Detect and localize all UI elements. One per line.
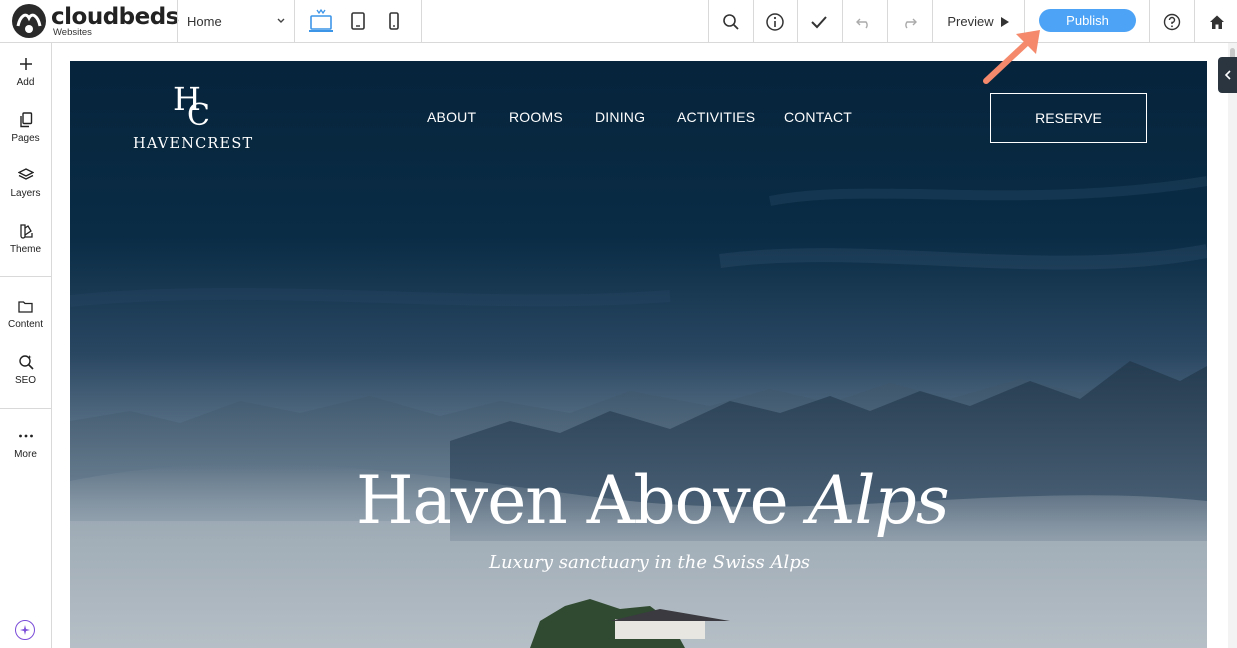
undo-icon <box>856 18 868 28</box>
sidebar-item-label: More <box>14 449 37 460</box>
sidebar-divider <box>0 276 51 277</box>
annotation-arrow-icon <box>983 30 1040 84</box>
page-select-value: Home <box>187 14 222 29</box>
headline-main: Haven Above <box>356 462 808 539</box>
nav-link-activities[interactable]: ACTIVITIES <box>677 109 755 125</box>
sidebar-item-more[interactable]: More <box>0 415 51 467</box>
chevron-left-icon <box>1224 70 1231 80</box>
sidebar-item-content[interactable]: Content <box>0 285 51 337</box>
left-sidebar: Add Pages Layers Theme Content SEO More <box>0 43 52 648</box>
sidebar-item-label: Content <box>7 319 44 330</box>
hero-tagline: Luxury sanctuary in the Swiss Alps <box>489 552 810 573</box>
open-right-panel-button[interactable] <box>1218 57 1237 93</box>
home-button[interactable] <box>1195 0 1237 43</box>
top-toolbar: cloudbeds Websites Home Preview Publish <box>0 0 1237 43</box>
site-logo[interactable]: H C HAVENCREST <box>133 83 257 153</box>
info-icon <box>766 12 784 31</box>
sidebar-item-theme[interactable]: Theme <box>0 210 51 262</box>
brand-monogram-c: C <box>187 98 210 133</box>
cloudbeds-logo[interactable]: cloudbeds Websites <box>10 2 179 40</box>
redo-button[interactable] <box>887 0 931 43</box>
page-select[interactable]: Home <box>178 0 294 43</box>
desktop-view-button[interactable] <box>307 7 335 35</box>
help-icon <box>1163 13 1181 30</box>
sidebar-item-layers[interactable]: Layers <box>0 154 51 206</box>
undo-button[interactable] <box>842 0 886 43</box>
plus-icon <box>19 58 32 70</box>
headline-italic: Alps <box>807 462 950 539</box>
mobile-icon <box>389 12 399 30</box>
nav-link-rooms[interactable]: ROOMS <box>509 109 563 125</box>
seo-icon <box>18 355 34 370</box>
publish-button[interactable]: Publish <box>1039 9 1136 32</box>
info-button[interactable] <box>753 0 797 43</box>
tablet-view-button[interactable] <box>344 7 372 35</box>
sidebar-item-label: Pages <box>11 133 40 144</box>
pages-icon <box>19 112 32 128</box>
divider <box>421 0 422 43</box>
logo-subtitle: Websites <box>53 27 92 38</box>
sidebar-item-pages[interactable]: Pages <box>0 99 51 151</box>
divider <box>294 0 295 43</box>
redo-icon <box>905 18 917 28</box>
layers-icon <box>17 168 34 180</box>
check-icon <box>811 15 827 28</box>
tablet-icon <box>351 12 365 30</box>
nav-link-dining[interactable]: DINING <box>595 109 645 125</box>
sidebar-item-label: Theme <box>9 244 42 255</box>
folder-icon <box>18 300 33 313</box>
sidebar-item-label: SEO <box>14 375 37 386</box>
desktop-icon <box>309 8 333 32</box>
search-button[interactable] <box>709 0 753 43</box>
sidebar-item-seo[interactable]: SEO <box>0 341 51 393</box>
help-button[interactable] <box>1150 0 1194 43</box>
sparkle-icon <box>20 625 30 635</box>
brand-name: HAVENCREST <box>133 136 254 152</box>
ai-assistant-button[interactable] <box>15 620 35 640</box>
theme-icon <box>19 224 33 239</box>
search-icon <box>723 13 739 30</box>
canvas-scrollbar[interactable] <box>1228 43 1237 648</box>
reserve-button[interactable]: RESERVE <box>990 93 1147 143</box>
nav-link-about[interactable]: ABOUT <box>427 109 476 125</box>
sidebar-item-label: Add <box>16 77 35 88</box>
more-icon <box>18 434 33 438</box>
check-button[interactable] <box>797 0 841 43</box>
cloudbeds-logo-icon <box>12 4 46 38</box>
hero-headline: Haven Above Alps <box>356 462 950 539</box>
sidebar-divider <box>0 408 51 409</box>
sidebar-item-add[interactable]: Add <box>0 43 51 95</box>
mobile-view-button[interactable] <box>380 7 408 35</box>
nav-link-contact[interactable]: CONTACT <box>784 109 852 125</box>
sidebar-item-label: Layers <box>10 188 41 199</box>
home-icon <box>1210 15 1224 29</box>
